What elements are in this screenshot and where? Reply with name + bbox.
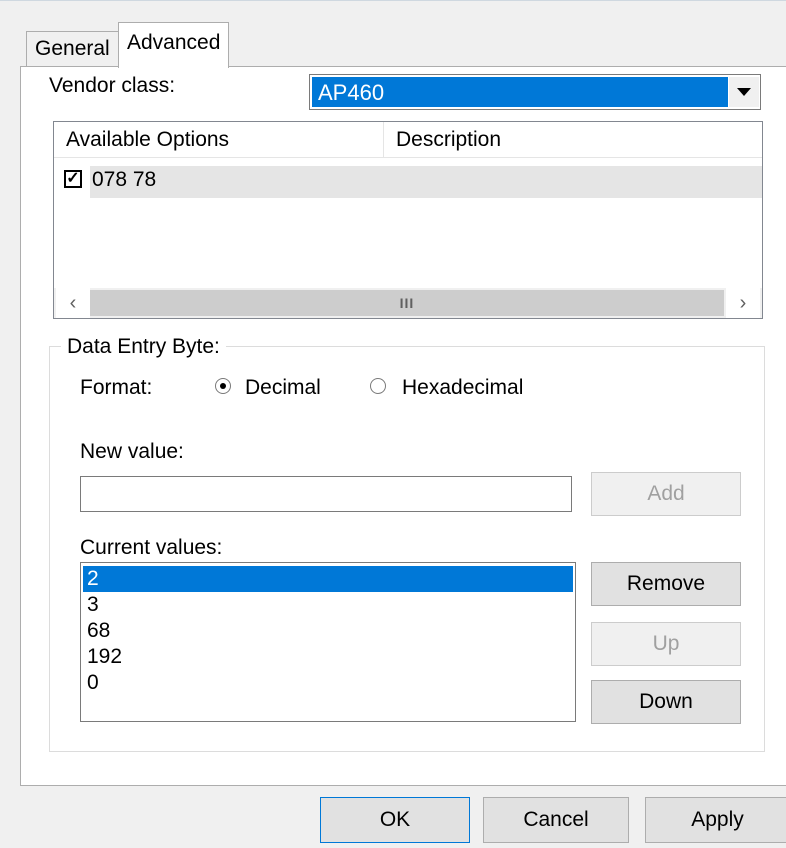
scroll-left-icon[interactable]: ‹ bbox=[56, 288, 90, 318]
current-values-list[interactable]: 2 3 68 192 0 bbox=[80, 562, 576, 722]
down-button[interactable]: Down bbox=[591, 680, 741, 724]
tab-advanced-label: Advanced bbox=[127, 31, 221, 54]
list-header: Available Options Description bbox=[54, 122, 762, 158]
tab-general[interactable]: General bbox=[26, 31, 119, 67]
data-entry-group-title: Data Entry Byte: bbox=[61, 335, 226, 359]
list-item[interactable]: 68 bbox=[83, 618, 573, 644]
list-item[interactable]: 2 bbox=[83, 566, 573, 592]
cancel-button[interactable]: Cancel bbox=[483, 797, 629, 843]
tab-general-label: General bbox=[35, 37, 110, 60]
hexadecimal-radio[interactable] bbox=[370, 378, 386, 394]
vendor-class-dropdown[interactable]: AP460 bbox=[309, 74, 761, 110]
list-item[interactable]: 192 bbox=[83, 644, 573, 670]
tab-advanced[interactable]: Advanced bbox=[118, 22, 230, 68]
vendor-class-label: Vendor class: bbox=[49, 74, 176, 97]
new-value-input[interactable] bbox=[80, 476, 572, 512]
window-top-edge bbox=[0, 0, 786, 8]
horizontal-scrollbar[interactable]: ‹ III › bbox=[54, 288, 762, 318]
add-button[interactable]: Add bbox=[591, 472, 741, 516]
checkmark-icon: ✓ bbox=[66, 170, 80, 187]
new-value-label: New value: bbox=[80, 440, 184, 463]
option-text: 078 78 bbox=[92, 168, 157, 191]
list-item[interactable]: 0 bbox=[83, 670, 573, 696]
list-item[interactable]: ✓ 078 78 bbox=[54, 166, 762, 198]
row-highlight bbox=[90, 166, 762, 198]
radio-selected-dot bbox=[220, 383, 226, 389]
decimal-radio[interactable] bbox=[215, 378, 231, 394]
scroll-right-icon[interactable]: › bbox=[726, 288, 760, 318]
current-values-label: Current values: bbox=[80, 536, 223, 559]
list-item[interactable]: 3 bbox=[83, 592, 573, 618]
hexadecimal-radio-label[interactable]: Hexadecimal bbox=[402, 376, 523, 400]
chevron-down-icon bbox=[737, 88, 751, 96]
up-button[interactable]: Up bbox=[591, 622, 741, 666]
decimal-radio-label[interactable]: Decimal bbox=[245, 376, 321, 400]
scrollbar-thumb[interactable]: III bbox=[90, 290, 724, 316]
apply-button[interactable]: Apply bbox=[645, 797, 786, 843]
format-label: Format: bbox=[80, 376, 153, 399]
available-options-list[interactable]: Available Options Description ✓ 078 78 ‹… bbox=[53, 121, 763, 319]
dropdown-button[interactable] bbox=[729, 77, 759, 107]
column-header-available-options[interactable]: Available Options bbox=[54, 122, 384, 157]
scrollbar-grip-icon: III bbox=[399, 295, 415, 311]
option-checkbox[interactable]: ✓ bbox=[64, 170, 82, 188]
vendor-class-selected-value: AP460 bbox=[312, 77, 728, 107]
remove-button[interactable]: Remove bbox=[591, 562, 741, 606]
column-header-description[interactable]: Description bbox=[384, 122, 762, 157]
ok-button[interactable]: OK bbox=[320, 797, 470, 843]
